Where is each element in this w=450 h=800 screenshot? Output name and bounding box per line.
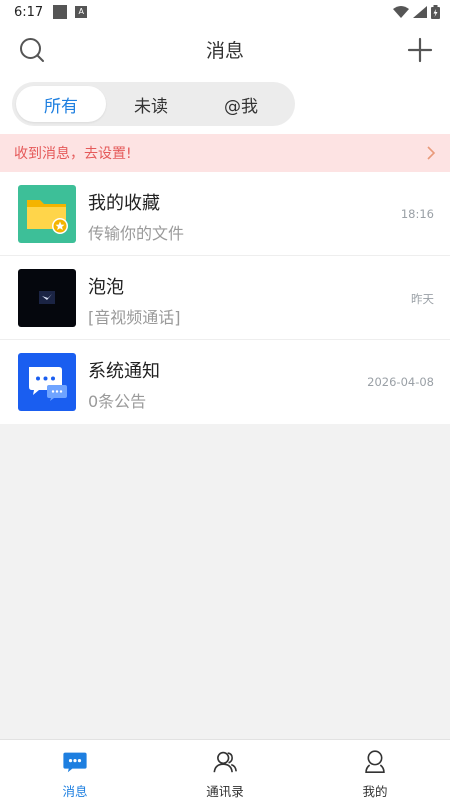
status-badge: A: [75, 6, 88, 18]
notification-settings-banner[interactable]: 收到消息，去设置!: [0, 134, 450, 172]
plus-icon: [407, 37, 433, 63]
page-title: 消息: [205, 39, 244, 62]
conversation-time: 昨天: [411, 292, 434, 306]
wifi-icon: [393, 6, 409, 18]
nav-messages[interactable]: 消息: [0, 740, 150, 800]
tab-unread[interactable]: 未读: [106, 86, 196, 122]
nav-contacts[interactable]: 通讯录: [150, 740, 300, 800]
tab-mentions[interactable]: @我: [196, 86, 286, 122]
nav-label: 通讯录: [206, 784, 244, 799]
add-button[interactable]: [406, 36, 434, 64]
conversation-time: 18:16: [400, 207, 434, 221]
signal-icon: [413, 6, 427, 18]
list-item[interactable]: 我的收藏 传输你的文件 18:16: [0, 172, 450, 256]
folder-star-icon: [18, 185, 76, 243]
notice-text: 收到消息，去设置!: [14, 146, 132, 162]
filter-tabs-area: 所有 未读 @我: [0, 74, 450, 134]
chevron-right-icon: [427, 146, 436, 160]
chat-notice-icon: [18, 353, 76, 411]
nav-label: 消息: [62, 784, 88, 799]
conversation-time: 2026-04-08: [367, 375, 434, 389]
profile-icon: [365, 750, 385, 774]
filter-tabs: 所有 未读 @我: [12, 82, 295, 126]
conversation-preview: 传输你的文件: [88, 224, 185, 243]
contacts-icon: [213, 751, 237, 773]
search-button[interactable]: [18, 36, 46, 64]
tab-all[interactable]: 所有: [16, 86, 106, 122]
nav-label: 我的: [362, 784, 388, 799]
conversation-name: 我的收藏: [88, 193, 160, 214]
status-bar: 6:17 A: [0, 0, 450, 24]
status-indicators: [393, 5, 440, 19]
conversation-preview: [音视频通话]: [88, 308, 181, 327]
conversation-name: 泡泡: [88, 277, 124, 298]
message-icon: [63, 752, 87, 773]
bottom-nav: 消息 通讯录 我的: [0, 739, 450, 800]
conversation-name: 系统通知: [88, 361, 160, 382]
status-time: 6:17: [14, 4, 44, 20]
notification-icon: [53, 5, 68, 19]
list-item[interactable]: 泡泡 [音视频通话] 昨天: [0, 256, 450, 340]
search-icon: [20, 38, 44, 62]
list-item[interactable]: 系统通知 0条公告 2026-04-08: [0, 340, 450, 424]
nav-profile[interactable]: 我的: [300, 740, 450, 800]
conversation-list: 我的收藏 传输你的文件 18:16 泡泡 [音视频通话] 昨天 系统通知 0条公…: [0, 172, 450, 424]
messages-screen: 6:17 A 消息 所有 未读 @我 收到消息，去设置! 我的收藏 传输你的文件…: [0, 0, 450, 800]
app-header: 消息: [0, 24, 450, 74]
conversation-preview: 0条公告: [88, 392, 147, 411]
battery-icon: [431, 5, 440, 19]
bubble-avatar: [18, 269, 76, 327]
